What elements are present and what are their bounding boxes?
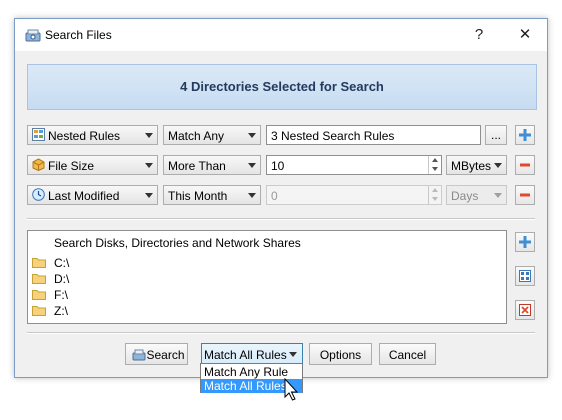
days-spinner[interactable]: [428, 186, 441, 204]
directory-list[interactable]: Search Disks, Directories and Network Sh…: [27, 230, 507, 324]
rule-type-label: Last Modified: [48, 189, 120, 203]
spin-up-icon[interactable]: [429, 156, 441, 164]
remove-rule-button[interactable]: [515, 185, 535, 205]
title-bar: Search Files ? ✕: [15, 19, 547, 51]
grid-icon: [519, 270, 531, 282]
spin-down-icon[interactable]: [429, 194, 441, 202]
days-field[interactable]: 0: [266, 185, 442, 205]
help-button[interactable]: ?: [469, 26, 489, 44]
options-label: Options: [319, 348, 362, 362]
spin-down-icon[interactable]: [429, 164, 441, 172]
rule-type-label: Nested Rules: [48, 129, 121, 143]
chevron-down-icon: [494, 163, 502, 168]
add-rule-button[interactable]: [515, 125, 535, 145]
search-label: Search: [146, 348, 185, 362]
browse-nested-button[interactable]: ...: [485, 125, 507, 145]
close-button[interactable]: ✕: [515, 26, 535, 44]
clock-icon: [32, 188, 45, 201]
rule-type-label: File Size: [48, 159, 95, 173]
days-value: 0: [271, 189, 278, 203]
chevron-down-icon: [248, 133, 256, 138]
plus-icon: [519, 236, 531, 248]
days-unit-label: Days: [451, 189, 479, 203]
chevron-down-icon: [145, 163, 153, 168]
rule-operator-select-modified[interactable]: This Month: [163, 185, 261, 205]
chevron-down-icon: [145, 133, 153, 138]
plus-icon: [519, 129, 531, 141]
window-title: Search Files: [45, 28, 112, 42]
dropdown-option-match-any[interactable]: Match Any Rule: [201, 365, 302, 379]
size-unit-select[interactable]: MBytes: [446, 155, 507, 175]
file-size-field[interactable]: 10: [266, 155, 442, 175]
match-mode-select[interactable]: Match All Rules: [201, 343, 303, 365]
mouse-cursor-icon: [284, 378, 299, 401]
options-button[interactable]: Options: [309, 343, 372, 365]
folder-icon: [32, 258, 46, 268]
chevron-down-icon: [145, 193, 153, 198]
folder-icon: [32, 306, 46, 316]
chevron-down-icon: [248, 163, 256, 168]
cancel-label: Cancel: [388, 348, 427, 362]
remove-rule-button[interactable]: [515, 155, 535, 175]
list-header: Search Disks, Directories and Network Sh…: [54, 236, 301, 250]
folder-icon: [32, 290, 46, 300]
directory-path: Z:\: [54, 304, 68, 318]
rule-operator-label: More Than: [168, 159, 226, 173]
size-unit-label: MBytes: [451, 159, 492, 173]
search-files-dialog: Search Files ? ✕ 4 Directories Selected …: [14, 18, 548, 378]
rule-type-select-modified[interactable]: Last Modified: [27, 185, 158, 205]
chevron-down-icon: [289, 352, 297, 357]
rule-type-select-nested[interactable]: Nested Rules: [27, 125, 158, 145]
search-app-icon: [25, 29, 41, 42]
add-directory-button[interactable]: [515, 232, 535, 252]
ellipsis-label: ...: [490, 128, 501, 142]
directory-path: D:\: [54, 272, 70, 286]
search-button[interactable]: Search: [125, 343, 188, 365]
nested-rules-field[interactable]: 3 Nested Search Rules: [266, 125, 481, 145]
folder-icon: [32, 274, 46, 284]
rule-operator-select-size[interactable]: More Than: [163, 155, 261, 175]
rule-type-select-size[interactable]: File Size: [27, 155, 158, 175]
file-size-icon: [32, 158, 45, 171]
match-mode-label: Match All Rules: [204, 348, 287, 362]
days-unit-select[interactable]: Days: [446, 185, 507, 205]
directory-path: C:\: [54, 256, 70, 270]
banner-text: 4 Directories Selected for Search: [180, 79, 384, 94]
size-spinner[interactable]: [428, 156, 441, 174]
file-size-value: 10: [271, 159, 285, 173]
nested-rules-value: 3 Nested Search Rules: [271, 129, 395, 143]
select-disks-button[interactable]: [515, 266, 535, 286]
minus-icon: [520, 163, 530, 167]
minus-icon: [520, 193, 530, 197]
rule-operator-select-nested[interactable]: Match Any: [163, 125, 261, 145]
delete-icon: [519, 304, 531, 316]
remove-directory-button[interactable]: [515, 300, 535, 320]
rule-operator-label: This Month: [168, 189, 228, 203]
chevron-down-icon: [494, 193, 502, 198]
directory-path: F:\: [54, 288, 68, 302]
cancel-button[interactable]: Cancel: [379, 343, 436, 365]
selection-banner: 4 Directories Selected for Search: [27, 64, 537, 110]
spin-up-icon[interactable]: [429, 186, 441, 194]
divider: [27, 332, 535, 334]
divider: [27, 218, 535, 220]
nested-rules-icon: [32, 128, 45, 141]
rule-operator-label: Match Any: [168, 129, 225, 143]
chevron-down-icon: [248, 193, 256, 198]
